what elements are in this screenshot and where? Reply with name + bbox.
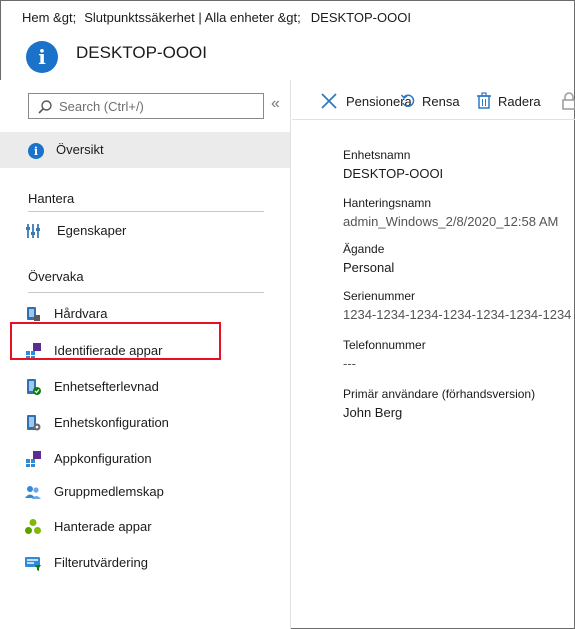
property-value: John Berg <box>343 405 403 420</box>
search-input[interactable] <box>59 97 259 115</box>
property-primary-user: Primär användare (förhandsversion) John … <box>343 387 535 420</box>
property-management-name: Hanteringsnamn admin_Windows_2/8/2020_12… <box>343 196 558 229</box>
reset-icon <box>400 94 415 107</box>
filter-icon <box>25 557 41 571</box>
nav-item-label: Enhetskonfiguration <box>54 415 169 430</box>
property-value: --- <box>343 356 356 371</box>
nav-item-group-membership[interactable]: Gruppmedlemskap <box>24 478 274 506</box>
nav-item-label: Gruppmedlemskap <box>54 484 164 499</box>
info-icon: i <box>28 143 44 159</box>
property-label: Enhetsnamn <box>343 148 411 162</box>
nav-item-device-compliance[interactable]: Enhetsefterlevnad <box>24 373 274 401</box>
breadcrumb: Hem &gt; Slutpunktssäkerhet | Alla enhet… <box>0 0 575 34</box>
retire-button[interactable]: Pensionera <box>320 90 412 112</box>
nav-item-overview[interactable]: i Översikt <box>0 132 290 168</box>
property-value: 1234-1234-1234-1234-1234-1234-1234 <box>343 307 572 322</box>
property-value: Personal <box>343 260 395 275</box>
property-value: DESKTOP-OOOI <box>343 166 444 181</box>
property-label: Serienummer <box>343 289 416 303</box>
trash-icon <box>477 92 491 109</box>
property-phone-number: Telefonnummer --- <box>343 338 426 371</box>
nav-item-device-configuration[interactable]: Enhetskonfiguration <box>24 409 274 437</box>
page-title: DESKTOP-OOOI <box>76 43 207 62</box>
property-value: admin_Windows_2/8/2020_12:58 AM <box>343 214 559 229</box>
app-config-icon <box>26 451 41 467</box>
property-device-name: Enhetsnamn DESKTOP-OOOI <box>343 148 443 181</box>
section-divider <box>28 211 264 212</box>
property-label: Hanteringsnamn <box>343 196 432 210</box>
nav-item-app-configuration[interactable]: Appkonfiguration <box>24 445 274 473</box>
delete-label: Radera <box>498 93 541 109</box>
nav-item-label: Enhetsefterlevnad <box>54 379 159 394</box>
nav-item-label: Appkonfiguration <box>54 451 152 466</box>
lock-button[interactable] <box>562 90 575 112</box>
device-config-icon <box>27 415 41 431</box>
property-serial-number: Serienummer 1234-1234-1234-1234-1234-123… <box>343 289 571 322</box>
breadcrumb-current: DESKTOP-OOOI <box>310 9 411 25</box>
nav-item-filter-evaluation[interactable]: Filterutvärdering <box>24 549 274 577</box>
wipe-label: Rensa <box>422 93 460 109</box>
nav-item-label: Hanterade appar <box>54 519 152 534</box>
search-box[interactable] <box>28 93 264 119</box>
nav-item-label: Filterutvärdering <box>54 555 148 570</box>
property-ownership: Ägande Personal <box>343 242 394 275</box>
search-icon <box>38 100 52 114</box>
breadcrumb-middle[interactable]: Slutpunktssäkerhet | Alla enheter &gt; <box>84 10 301 25</box>
nav-item-managed-apps[interactable]: Hanterade appar <box>24 513 274 541</box>
delete-button[interactable]: Radera <box>476 90 541 112</box>
close-icon <box>321 93 337 109</box>
nav-item-label: Hårdvara <box>54 306 108 321</box>
selection-highlight <box>10 322 221 360</box>
collapse-nav-icon[interactable]: « <box>271 95 280 113</box>
property-label: Ägande <box>343 242 385 256</box>
property-label: Telefonnummer <box>343 338 426 352</box>
managed-apps-icon <box>25 519 41 534</box>
section-divider <box>28 292 264 293</box>
properties-icon <box>26 224 40 238</box>
wipe-button[interactable]: Rensa <box>400 90 460 112</box>
section-heading-monitor: Övervaka <box>28 269 84 284</box>
group-icon <box>25 486 41 499</box>
command-bar: Pensionera Rensa Radera <box>292 80 575 120</box>
info-icon: i <box>26 41 58 73</box>
section-heading-manage: Hantera <box>28 191 75 206</box>
hardware-icon <box>27 307 40 321</box>
lock-icon <box>562 92 575 110</box>
breadcrumb-home[interactable]: Hem &gt; <box>22 10 76 25</box>
page-header: i DESKTOP-OOOI <box>0 34 575 80</box>
nav-item-label: Översikt <box>56 142 104 157</box>
property-label: Primär användare (förhandsversion) <box>343 387 536 401</box>
nav-item-properties[interactable]: Egenskaper <box>24 217 274 245</box>
compliance-icon <box>27 379 41 395</box>
nav-item-label: Egenskaper <box>57 223 127 238</box>
